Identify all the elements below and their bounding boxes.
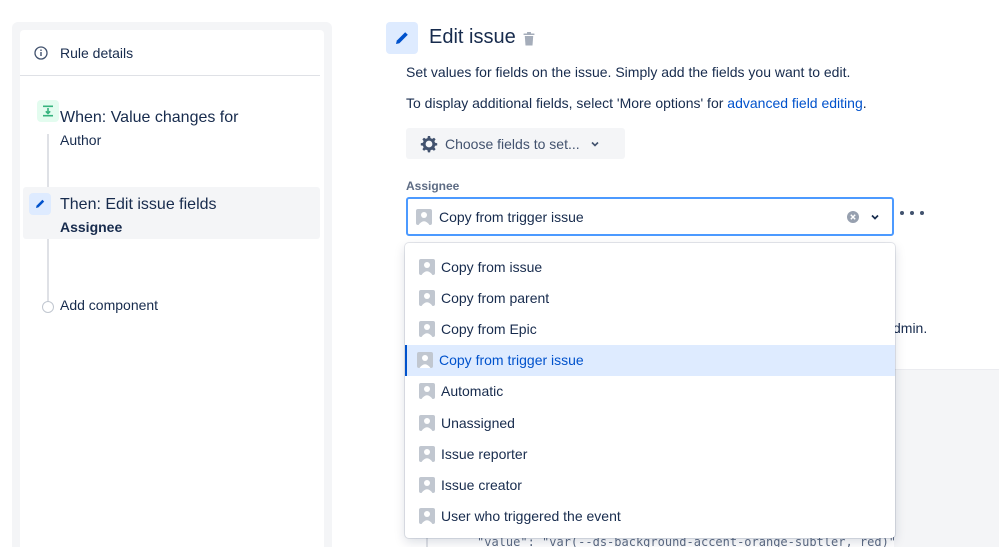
assignee-dropdown-menu: Copy from issue Copy from parent Copy from…	[405, 243, 895, 538]
dropdown-option[interactable]: Issue creator	[405, 469, 895, 500]
choose-fields-label: Choose fields to set...	[445, 135, 580, 152]
dropdown-option[interactable]: Copy from trigger issue	[405, 344, 895, 376]
dropdown-option-label: User who triggered the event	[441, 508, 621, 525]
dropdown-option[interactable]: Unassigned	[405, 407, 895, 438]
page-title: Edit issue	[429, 26, 516, 48]
choose-fields-button[interactable]: Choose fields to set...	[406, 128, 625, 159]
circle-icon	[42, 301, 54, 313]
dropdown-option-label: Issue creator	[441, 476, 522, 493]
assignee-field-label: Assignee	[406, 179, 460, 193]
avatar-icon	[416, 208, 432, 225]
trash-icon[interactable]	[522, 31, 536, 47]
advanced-field-editing-link[interactable]: advanced field editing	[727, 95, 862, 111]
trigger-step-title: When: Value changes for	[60, 109, 239, 126]
dropdown-option[interactable]: Copy from Epic	[405, 313, 895, 344]
pencil-icon	[29, 193, 51, 215]
rule-details-button[interactable]: Rule details	[20, 30, 320, 76]
edit-issue-icon	[386, 22, 418, 54]
dropdown-option-label: Issue reporter	[441, 445, 528, 462]
description-text: Set values for fields on the issue. Simp…	[406, 64, 851, 80]
avatar-icon	[419, 383, 435, 400]
avatar-icon	[419, 476, 435, 493]
dropdown-option-label: Copy from trigger issue	[439, 352, 584, 369]
background-panel	[894, 369, 999, 547]
dropdown-option[interactable]: User who triggered the event	[405, 501, 895, 532]
assignee-select-value: Copy from trigger issue	[439, 208, 584, 225]
avatar-icon	[419, 258, 435, 275]
assignee-select[interactable]: Copy from trigger issue	[406, 197, 894, 236]
rule-sidebar: Rule details When: Value changes for Aut…	[12, 22, 332, 547]
action-step-title: Then: Edit issue fields	[60, 196, 217, 213]
action-step[interactable]: Then: Edit issue fields Assignee	[23, 187, 320, 239]
avatar-icon	[419, 320, 435, 337]
trigger-icon	[37, 100, 59, 122]
pencil-icon	[396, 32, 408, 44]
trigger-step[interactable]: When: Value changes for Author	[20, 94, 320, 154]
dropdown-option[interactable]: Issue reporter	[405, 438, 895, 469]
dropdown-option-label: Copy from parent	[441, 289, 550, 306]
rule-sidebar-card: Rule details When: Value changes for Aut…	[20, 30, 324, 547]
avatar-icon	[419, 445, 435, 462]
dropdown-option-label: Automatic	[441, 383, 504, 400]
chevron-down-icon	[591, 141, 599, 147]
dropdown-option[interactable]: Copy from parent	[405, 282, 895, 313]
more-options-prefix: To display additional fields, select 'Mo…	[406, 95, 728, 111]
add-component-label: Add component	[60, 297, 159, 313]
dropdown-option-label: Unassigned	[441, 414, 515, 431]
chevron-down-icon[interactable]	[870, 212, 880, 222]
rule-details-label: Rule details	[60, 44, 134, 61]
action-step-subtitle: Assignee	[60, 219, 123, 235]
more-options-period: .	[862, 95, 867, 111]
avatar-icon	[419, 289, 435, 306]
add-component-button[interactable]: Add component	[20, 292, 320, 322]
dropdown-option[interactable]: Automatic	[405, 376, 895, 407]
avatar-icon	[417, 352, 433, 369]
dropdown-option[interactable]: Copy from issue	[405, 251, 895, 282]
avatar-icon	[419, 508, 435, 525]
dropdown-option-label: Copy from issue	[441, 258, 543, 275]
avatar-icon	[419, 414, 435, 431]
gear-icon	[420, 135, 438, 152]
trigger-step-subtitle: Author	[60, 132, 102, 148]
clear-icon[interactable]	[846, 210, 860, 224]
background-text: dmin.	[893, 320, 928, 336]
dropdown-option-label: Copy from Epic	[441, 320, 537, 337]
more-options-icon[interactable]	[900, 205, 924, 221]
info-icon	[34, 45, 48, 60]
more-options-text: To display additional fields, select 'Mo…	[406, 95, 867, 111]
